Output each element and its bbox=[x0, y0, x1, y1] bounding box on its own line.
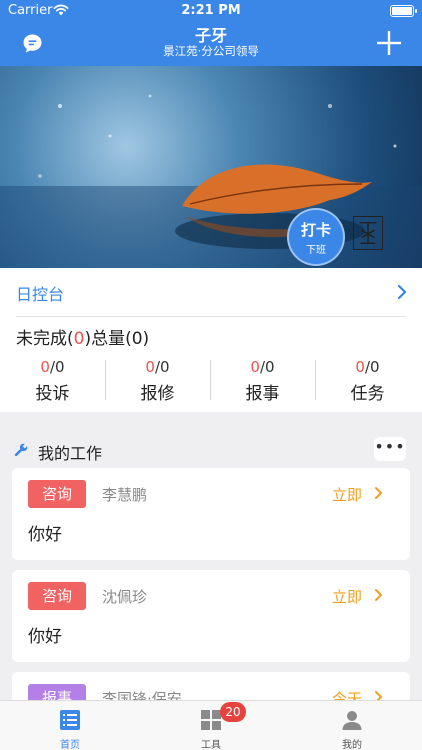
chevron-right-icon bbox=[375, 589, 382, 601]
punch-label: 打卡 bbox=[300, 221, 331, 239]
status-bar: Carrier 2:21 PM bbox=[0, 0, 422, 22]
page-subtitle[interactable]: 景江苑·分公司领导 bbox=[0, 43, 422, 59]
my-work-title: 我的工作 bbox=[38, 444, 103, 463]
divider bbox=[105, 360, 106, 400]
requester-name: 沈佩珍 bbox=[102, 588, 148, 606]
summary-prefix: 未完成( bbox=[16, 329, 74, 349]
urgency-label: 立即 bbox=[331, 486, 362, 504]
tab-home[interactable]: 首页 bbox=[0, 701, 140, 750]
tab-label: 我的 bbox=[342, 740, 362, 750]
seal-stamp-icon bbox=[353, 216, 383, 250]
punch-sub-label: 下班 bbox=[306, 245, 326, 256]
person-icon bbox=[342, 711, 362, 730]
stat-total: /0 bbox=[259, 358, 275, 376]
tools-badge: 20 bbox=[220, 702, 246, 722]
stats-row: 0/0 投诉 0/0 报修 0/0 报事 0/0 任务 bbox=[0, 358, 422, 406]
stat-label: 投诉 bbox=[35, 384, 70, 404]
tab-tools[interactable]: 工具 bbox=[141, 701, 281, 750]
tab-profile[interactable]: 我的 bbox=[282, 701, 422, 750]
stat-total: /0 bbox=[364, 358, 380, 376]
work-card[interactable]: 咨询 沈佩珍 立即 你好 bbox=[12, 570, 410, 662]
chevron-right-icon[interactable] bbox=[396, 284, 408, 300]
work-card[interactable]: 咨询 李慧鹏 立即 你好 bbox=[12, 468, 410, 560]
plus-icon[interactable] bbox=[376, 30, 402, 56]
dashboard-title[interactable]: 日控台 bbox=[16, 281, 64, 305]
stat-label: 任务 bbox=[350, 384, 385, 404]
grid-icon bbox=[201, 710, 221, 730]
divider bbox=[315, 360, 316, 400]
category-tag: 咨询 bbox=[28, 480, 86, 508]
urgency-label: 立即 bbox=[331, 588, 362, 606]
task-summary: 未完成(0)总量(0) bbox=[16, 324, 149, 349]
top-bar: Carrier 2:21 PM 子牙 景江苑·分公司领导 bbox=[0, 0, 422, 66]
stat-complaint[interactable]: 0/0 投诉 bbox=[0, 358, 105, 404]
more-button[interactable]: ••• bbox=[374, 437, 406, 461]
wrench-icon bbox=[14, 443, 28, 457]
chevron-right-icon bbox=[375, 487, 382, 499]
stat-done: 0 bbox=[145, 358, 155, 376]
requester-name: 李慧鹏 bbox=[102, 486, 148, 504]
stat-repair[interactable]: 0/0 报修 bbox=[105, 358, 210, 404]
list-icon bbox=[60, 710, 80, 730]
status-time: 2:21 PM bbox=[181, 3, 241, 18]
tab-label: 首页 bbox=[60, 740, 80, 750]
stat-total: /0 bbox=[154, 358, 170, 376]
stat-label: 报修 bbox=[140, 384, 175, 404]
stat-label: 报事 bbox=[245, 384, 280, 404]
stat-done: 0 bbox=[250, 358, 260, 376]
stat-total: /0 bbox=[49, 358, 65, 376]
category-tag: 咨询 bbox=[28, 582, 86, 610]
stat-done: 0 bbox=[355, 358, 365, 376]
stat-task[interactable]: 0/0 任务 bbox=[315, 358, 420, 404]
stat-done: 0 bbox=[40, 358, 50, 376]
divider bbox=[210, 360, 211, 400]
divider bbox=[16, 316, 406, 317]
battery-icon bbox=[390, 5, 417, 17]
summary-suffix: )总量(0) bbox=[84, 329, 150, 349]
dashboard-panel: 日控台 未完成(0)总量(0) 0/0 投诉 0/0 报修 0/0 报事 0/0… bbox=[0, 268, 422, 412]
work-content: 你好 bbox=[28, 627, 62, 647]
summary-unfinished-count: 0 bbox=[73, 329, 85, 349]
tab-label: 工具 bbox=[201, 740, 221, 750]
my-work-header: 我的工作 ••• bbox=[0, 437, 422, 465]
punch-clock-button[interactable]: 打卡 下班 bbox=[287, 208, 345, 266]
stat-report[interactable]: 0/0 报事 bbox=[210, 358, 315, 404]
tab-bar: 首页 工具 我的 bbox=[0, 700, 422, 750]
work-content: 你好 bbox=[28, 525, 62, 545]
